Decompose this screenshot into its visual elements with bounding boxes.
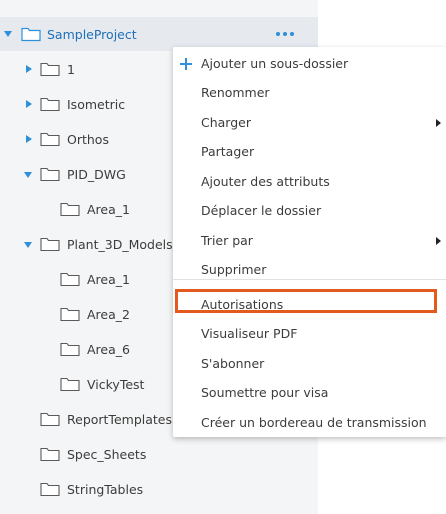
folder-icon (21, 27, 41, 42)
menu-item-label: Visualiseur PDF (201, 326, 298, 341)
tree-item-label: Area_6 (87, 342, 130, 357)
folder-icon (40, 167, 60, 182)
menu-item-label: Charger (201, 115, 251, 130)
folder-icon (40, 132, 60, 147)
tree-item-label: Area_1 (87, 202, 130, 217)
menu-item-label: Créer un bordereau de transmission (201, 415, 427, 430)
menu-item-label: Trier par (201, 233, 253, 248)
chevron-down-icon[interactable] (24, 172, 32, 178)
tree-item-label: Orthos (67, 132, 109, 147)
tree-item-label: VickyTest (87, 377, 145, 392)
folder-icon (40, 447, 60, 462)
chevron-down-icon[interactable] (24, 242, 32, 248)
menu-item-label: Autorisations (201, 297, 284, 312)
more-dot-icon (290, 32, 294, 36)
menu-item-ajouter-sous-dossier[interactable]: Ajouter un sous-dossier (173, 49, 446, 78)
folder-icon (60, 272, 80, 287)
menu-item-label: S'abonner (201, 356, 265, 371)
menu-item-partager[interactable]: Partager (173, 137, 446, 166)
tree-item-label: Area_1 (87, 272, 130, 287)
menu-item-label: Renommer (201, 85, 270, 100)
tree-item-stringtables[interactable]: StringTables (0, 472, 318, 507)
chevron-down-icon[interactable] (4, 31, 12, 37)
menu-item-charger[interactable]: Charger (173, 108, 446, 137)
folder-icon (40, 482, 60, 497)
menu-item-autorisations[interactable]: Autorisations (173, 290, 446, 319)
tree-item-label: StringTables (67, 482, 144, 497)
tree-item-label: 1 (67, 62, 75, 77)
menu-item-label: Ajouter des attributs (201, 174, 330, 189)
folder-icon (60, 307, 80, 322)
folder-icon (40, 97, 60, 112)
plus-icon (180, 57, 192, 70)
folder-icon (60, 342, 80, 357)
folder-icon (40, 412, 60, 427)
more-dot-icon (283, 32, 287, 36)
folder-icon (40, 62, 60, 77)
menu-item-label: Partager (201, 144, 255, 159)
menu-item-visualiseur-pdf[interactable]: Visualiseur PDF (173, 319, 446, 348)
menu-item-renommer[interactable]: Renommer (173, 78, 446, 107)
chevron-right-icon (436, 118, 441, 127)
tree-item-label: ReportTemplates (67, 412, 172, 427)
menu-item-ajouter-attributs[interactable]: Ajouter des attributs (173, 167, 446, 196)
chevron-right-icon[interactable] (26, 135, 32, 143)
tree-item-label: Plant_3D_Models (67, 237, 173, 252)
folder-context-menu: Ajouter un sous-dossier Renommer Charger… (173, 47, 446, 437)
tree-root-sampleproject[interactable]: SampleProject (0, 17, 318, 51)
menu-item-label: Soumettre pour visa (201, 385, 329, 400)
menu-item-label: Déplacer le dossier (201, 203, 322, 218)
tree-item-label: Area_2 (87, 307, 130, 322)
menu-item-soumettre-visa[interactable]: Soumettre pour visa (173, 378, 446, 407)
menu-item-creer-bordereau[interactable]: Créer un bordereau de transmission (173, 408, 446, 437)
menu-item-deplacer-dossier[interactable]: Déplacer le dossier (173, 196, 446, 225)
tree-root-label: SampleProject (47, 26, 137, 42)
menu-divider (173, 279, 446, 280)
chevron-right-icon (436, 236, 441, 245)
menu-item-label: Ajouter un sous-dossier (201, 56, 349, 71)
tree-item-label: Isometric (67, 97, 126, 112)
chevron-right-icon[interactable] (26, 65, 32, 73)
more-options-button[interactable] (276, 29, 294, 39)
more-dot-icon (276, 32, 280, 36)
menu-item-trier-par[interactable]: Trier par (173, 226, 446, 255)
folder-icon (60, 377, 80, 392)
folder-icon (60, 202, 80, 217)
chevron-right-icon[interactable] (26, 100, 32, 108)
tree-item-spec-sheets[interactable]: Spec_Sheets (0, 437, 318, 472)
tree-item-label: PID_DWG (67, 167, 126, 182)
menu-item-sabonner[interactable]: S'abonner (173, 349, 446, 378)
tree-item-label: Spec_Sheets (67, 447, 147, 462)
menu-item-label: Supprimer (201, 262, 267, 277)
folder-icon (40, 237, 60, 252)
